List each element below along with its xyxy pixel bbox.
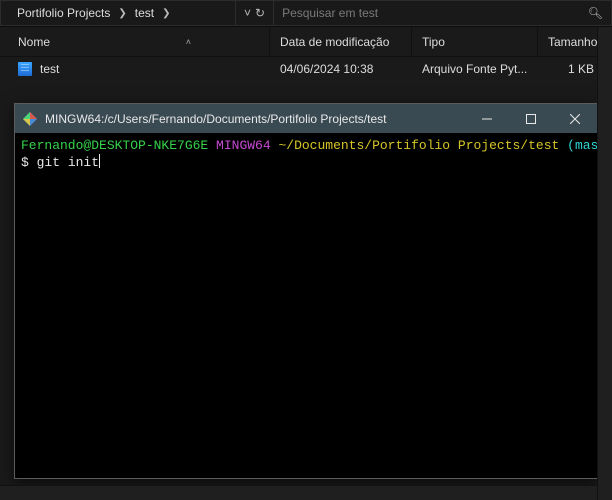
column-header-size-label: Tamanho xyxy=(548,35,597,49)
sort-indicator-icon: ˄ xyxy=(186,37,191,47)
prompt-env: MINGW64 xyxy=(216,138,271,153)
terminal-title: MINGW64:/c/Users/Fernando/Documents/Port… xyxy=(45,112,386,126)
app-icon xyxy=(23,112,37,126)
chevron-right-icon[interactable]: ❯ xyxy=(160,8,172,19)
search-input[interactable]: Pesquisar em test 🔍︎ xyxy=(273,0,612,26)
terminal-body[interactable]: Fernando@DESKTOP-NKE7G6E MINGW64 ~/Docum… xyxy=(15,133,597,478)
close-button[interactable] xyxy=(553,104,597,133)
column-header-name-label: Nome xyxy=(18,35,50,49)
terminal-titlebar[interactable]: MINGW64:/c/Users/Fernando/Documents/Port… xyxy=(15,104,597,133)
breadcrumb-seg-2[interactable]: test xyxy=(131,4,158,22)
file-icon xyxy=(18,62,32,76)
scrollbar-horizontal[interactable] xyxy=(0,485,597,500)
explorer-toolbar: Portifolio Projects ❯ test ❯ ˅ ↻ Pesquis… xyxy=(0,0,612,27)
prompt-path: ~/Documents/Portifolio Projects/test xyxy=(278,138,559,153)
column-header-date-label: Data de modificação xyxy=(280,35,389,49)
prompt-symbol: $ xyxy=(21,155,37,170)
chevron-right-icon[interactable]: ❯ xyxy=(116,8,128,19)
search-icon[interactable]: 🔍︎ xyxy=(588,6,603,20)
breadcrumb[interactable]: Portifolio Projects ❯ test ❯ xyxy=(0,0,236,26)
command-text: git init xyxy=(37,155,99,170)
file-type: Arquivo Fonte Pyt... xyxy=(412,62,538,76)
history-controls: ˅ ↻ xyxy=(236,0,273,26)
column-header-name[interactable]: Nome ˄ xyxy=(0,27,270,56)
file-name: test xyxy=(40,62,59,76)
scrollbar-vertical[interactable] xyxy=(597,27,612,500)
prompt-user: Fernando@DESKTOP-NKE7G6E xyxy=(21,138,208,153)
file-date: 04/06/2024 10:38 xyxy=(270,62,412,76)
column-headers: Nome ˄ Data de modificação Tipo Tamanho xyxy=(0,27,612,57)
cursor xyxy=(99,154,100,168)
search-placeholder: Pesquisar em test xyxy=(282,6,378,20)
file-row[interactable]: test 04/06/2024 10:38 Arquivo Fonte Pyt.… xyxy=(0,57,612,81)
column-header-date[interactable]: Data de modificação xyxy=(270,27,412,56)
chevron-down-icon[interactable]: ˅ xyxy=(244,6,251,20)
refresh-icon[interactable]: ↻ xyxy=(255,6,265,20)
breadcrumb-seg-1[interactable]: Portifolio Projects xyxy=(13,4,114,22)
column-header-type-label: Tipo xyxy=(422,35,445,49)
minimize-button[interactable] xyxy=(465,104,509,133)
maximize-button[interactable] xyxy=(509,104,553,133)
column-header-type[interactable]: Tipo xyxy=(412,27,538,56)
terminal-window: MINGW64:/c/Users/Fernando/Documents/Port… xyxy=(14,103,598,479)
